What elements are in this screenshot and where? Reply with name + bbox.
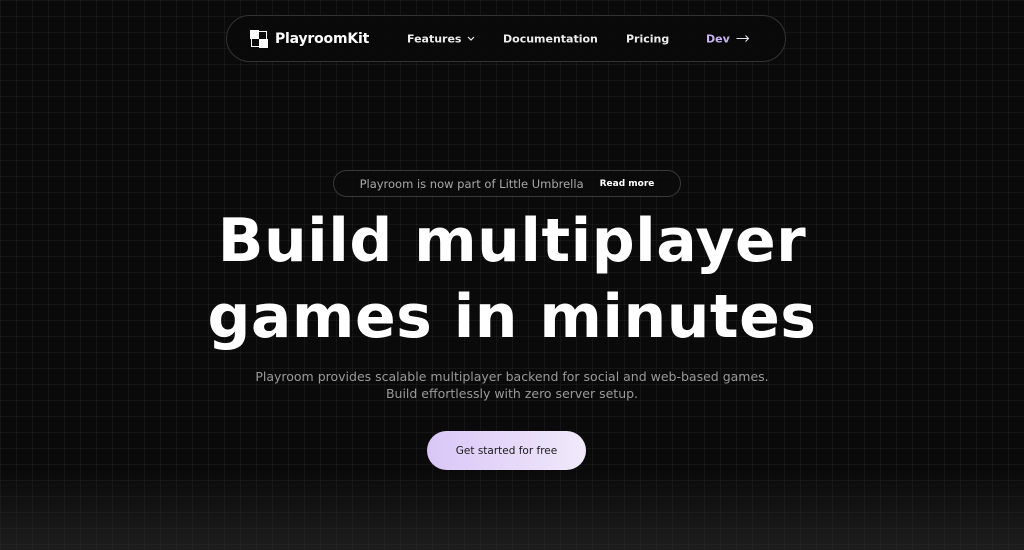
- hero-headline-line2: games in minutes: [207, 282, 817, 352]
- bottom-fade: [0, 470, 1024, 550]
- nav-dev[interactable]: Dev: [706, 32, 750, 45]
- read-more-link[interactable]: Read more: [600, 179, 655, 189]
- nav-pricing-label: Pricing: [626, 32, 670, 45]
- arrow-right-icon: [736, 35, 750, 43]
- page: PlayroomKit Features Documentation Prici…: [0, 0, 1024, 550]
- hero-subtitle-line2: Build effortlessly with zero server setu…: [385, 386, 639, 401]
- nav-pricing[interactable]: Pricing: [626, 32, 669, 45]
- hero-subtitle-line1: Playroom provides scalable multiplayer b…: [255, 369, 769, 384]
- nav-features-label: Features: [407, 32, 462, 45]
- hero-headline-line1: Build multiplayer: [217, 206, 807, 276]
- announcement-text: Playroom is now part of Little Umbrella: [359, 176, 584, 191]
- get-started-button[interactable]: Get started for free: [427, 431, 586, 470]
- nav-documentation-label: Documentation: [503, 32, 598, 45]
- nav-features[interactable]: Features: [407, 32, 475, 45]
- nav-documentation[interactable]: Documentation: [503, 32, 598, 45]
- brand-name: PlayroomKit: [275, 30, 370, 47]
- brand-link[interactable]: PlayroomKit: [250, 29, 370, 48]
- nav-dev-label: Dev: [706, 32, 730, 45]
- announcement-pill: Playroom is now part of Little Umbrella …: [333, 170, 681, 197]
- checker-logo-icon: [250, 29, 268, 48]
- top-navbar: PlayroomKit Features Documentation Prici…: [226, 15, 786, 62]
- chevron-down-icon: [467, 36, 475, 42]
